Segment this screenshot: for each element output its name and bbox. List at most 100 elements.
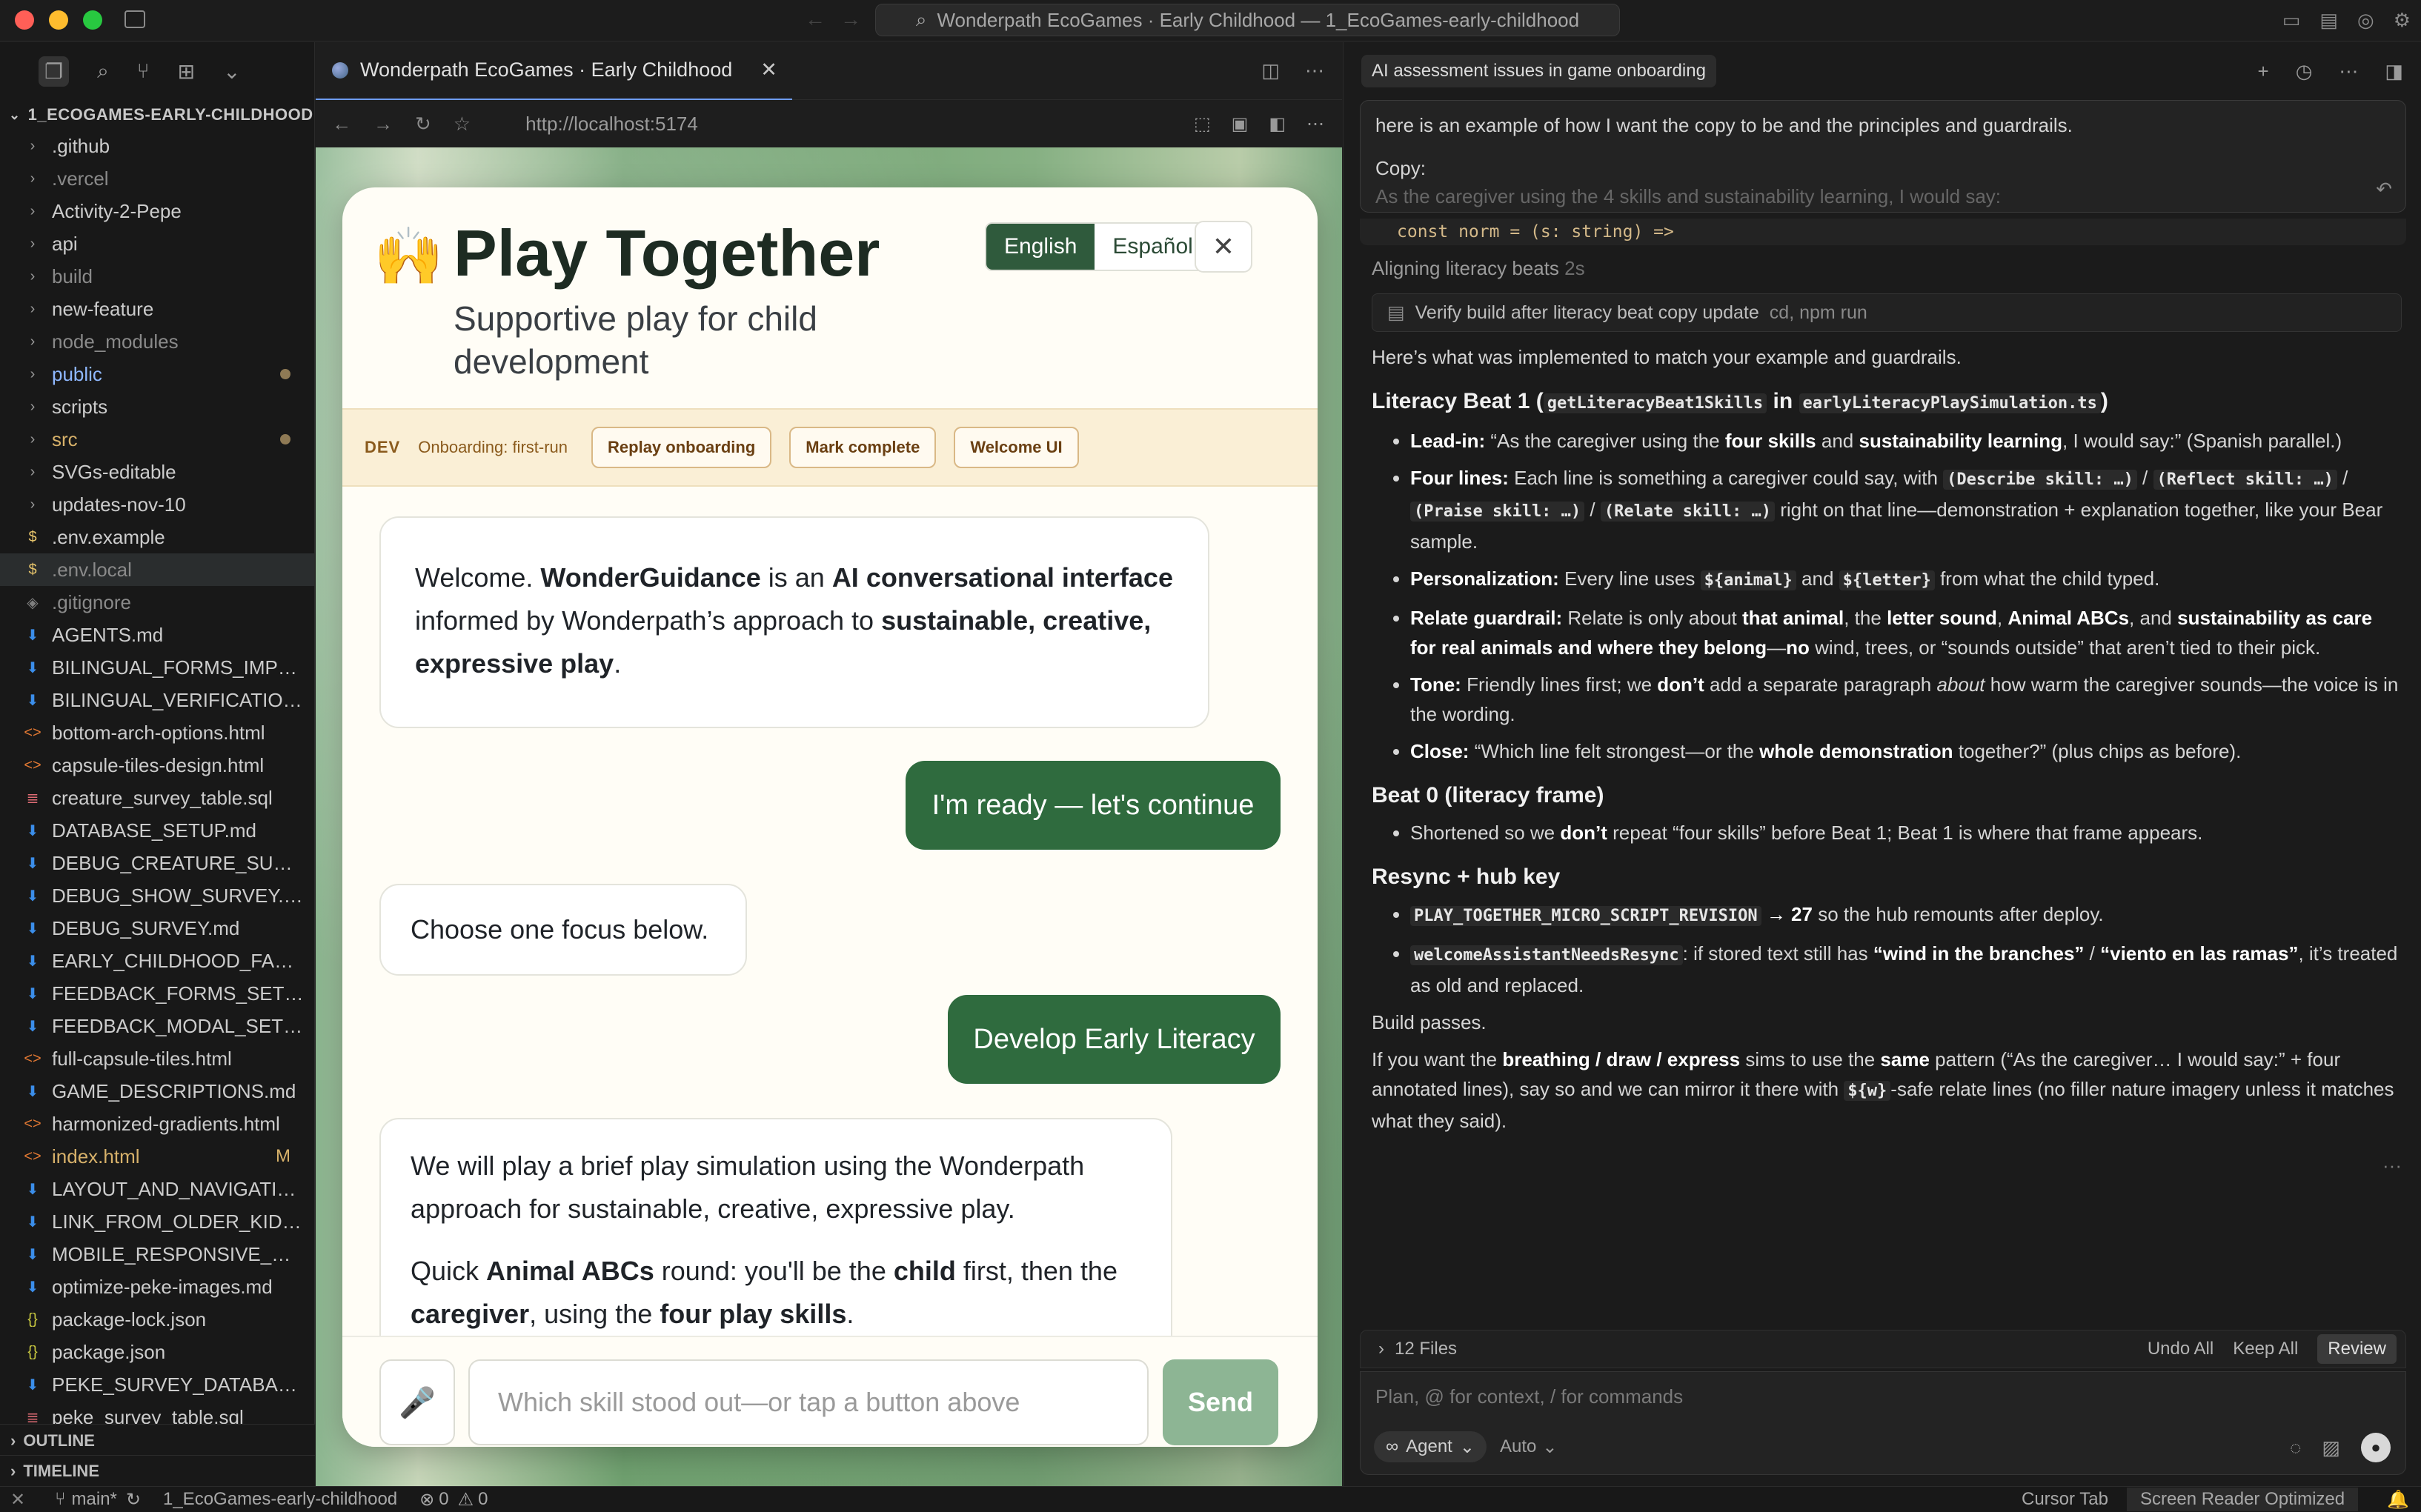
screen-reader-item[interactable]: Screen Reader Optimized bbox=[2127, 1488, 2359, 1511]
file-item[interactable]: ⬇ PEKE_SURVEY_DATABASE_... bbox=[0, 1368, 314, 1401]
user-prompt-card[interactable]: here is an example of how I want the cop… bbox=[1360, 100, 2406, 213]
minimize-window-button[interactable] bbox=[49, 10, 68, 30]
keep-all-button[interactable]: Keep All bbox=[2233, 1339, 2298, 1359]
more-icon[interactable]: ⋯ bbox=[1305, 59, 1324, 82]
search-icon[interactable]: ⌕ bbox=[97, 59, 109, 84]
sync-icon[interactable]: ↻ bbox=[126, 1489, 141, 1511]
close-icon[interactable]: ✕ bbox=[760, 59, 777, 81]
sidebar-toggle-icon[interactable]: ◧ bbox=[1269, 113, 1286, 135]
file-item[interactable]: ⬇ GAME_DESCRIPTIONS.md bbox=[0, 1075, 314, 1108]
chevron-down-icon[interactable]: ⌄ bbox=[223, 59, 240, 84]
file-item[interactable]: <> harmonized-gradients.html bbox=[0, 1108, 314, 1140]
folder-item[interactable]: › api bbox=[0, 227, 314, 260]
toggle-sidebar-icon[interactable] bbox=[124, 10, 145, 28]
chat-icon[interactable]: ▤ bbox=[2319, 9, 2338, 32]
problems-icon[interactable]: ⊗ bbox=[419, 1489, 434, 1511]
gear-icon[interactable]: ⚙ bbox=[2394, 9, 2411, 32]
nav-back-icon[interactable]: ← bbox=[805, 7, 826, 31]
file-item[interactable]: ⬇ AGENTS.md bbox=[0, 619, 314, 651]
folder-item[interactable]: › .github bbox=[0, 130, 314, 162]
close-window-button[interactable] bbox=[15, 10, 34, 30]
composer-input[interactable]: Plan, @ for context, / for commands bbox=[1375, 1385, 1683, 1408]
folder-item[interactable]: › build bbox=[0, 260, 314, 293]
new-chat-icon[interactable]: + bbox=[2258, 60, 2269, 83]
back-icon[interactable]: ← bbox=[332, 113, 351, 136]
tool-call-card[interactable]: ▤ Verify build after literacy beat copy … bbox=[1372, 293, 2402, 332]
source-control-icon[interactable]: ⑂ bbox=[137, 59, 150, 83]
file-item[interactable]: ⬇ FEEDBACK_FORMS_SETUP.... bbox=[0, 977, 314, 1010]
file-item[interactable]: <> bottom-arch-options.html bbox=[0, 716, 314, 749]
undo-all-button[interactable]: Undo All bbox=[2148, 1339, 2214, 1359]
folder-item[interactable]: › .vercel bbox=[0, 162, 314, 195]
remote-icon[interactable]: ✕ bbox=[10, 1489, 25, 1511]
file-item[interactable]: ≣ creature_survey_table.sql bbox=[0, 782, 314, 814]
file-item[interactable]: ⬇ LAYOUT_AND_NAVIGATIO... bbox=[0, 1173, 314, 1205]
notifications-icon[interactable]: 🔔 bbox=[2387, 1489, 2409, 1511]
message-input[interactable]: Which skill stood out—or tap a button ab… bbox=[468, 1359, 1149, 1445]
file-item[interactable]: ⬇ DATABASE_SETUP.md bbox=[0, 814, 314, 847]
mark-complete-button[interactable]: Mark complete bbox=[789, 427, 937, 468]
account-icon[interactable]: ◎ bbox=[2357, 9, 2374, 32]
folder-item[interactable]: › new-feature bbox=[0, 293, 314, 325]
file-item[interactable]: ⬇ MOBILE_RESPONSIVE_DES... bbox=[0, 1238, 314, 1270]
send-button[interactable]: Send bbox=[1163, 1359, 1278, 1445]
reload-icon[interactable]: ↻ bbox=[415, 113, 431, 136]
file-item[interactable]: {} package-lock.json bbox=[0, 1303, 314, 1336]
files-icon[interactable]: ❐ bbox=[39, 56, 70, 87]
revert-icon[interactable]: ↶ bbox=[2376, 175, 2392, 203]
file-item[interactable]: ⬇ FEEDBACK_MODAL_SETUP... bbox=[0, 1010, 314, 1042]
review-button[interactable]: Review bbox=[2317, 1334, 2397, 1364]
welcome-ui-button[interactable]: Welcome UI bbox=[954, 427, 1079, 468]
microphone-button[interactable]: 🎤 bbox=[379, 1359, 455, 1445]
extensions-icon[interactable]: ⊞ bbox=[178, 59, 195, 84]
conversation-title[interactable]: AI assessment issues in game onboarding bbox=[1361, 55, 1716, 87]
url-field[interactable]: http://localhost:5174 bbox=[525, 113, 698, 136]
command-center[interactable]: ⌕ Wonderpath EcoGames · Early Childhood … bbox=[875, 4, 1620, 36]
file-item[interactable]: $ .env.example bbox=[0, 521, 314, 553]
file-item[interactable]: <> capsule-tiles-design.html bbox=[0, 749, 314, 782]
lang-spanish-button[interactable]: Español bbox=[1095, 224, 1211, 270]
timeline-section[interactable]: › TIMELINE bbox=[0, 1455, 315, 1488]
split-editor-icon[interactable]: ◫ bbox=[1261, 59, 1280, 82]
folder-item[interactable]: › src bbox=[0, 423, 314, 456]
file-item[interactable]: ◈ .gitignore bbox=[0, 586, 314, 619]
folder-item[interactable]: › node_modules bbox=[0, 325, 314, 358]
modal-close-button[interactable]: ✕ bbox=[1195, 221, 1252, 273]
microphone-icon[interactable]: ● bbox=[2361, 1433, 2391, 1462]
folder-item[interactable]: › SVGs-editable bbox=[0, 456, 314, 488]
console-icon[interactable]: ▣ bbox=[1232, 113, 1249, 135]
file-item[interactable]: ⬇ LINK_FROM_OLDER_KIDS_... bbox=[0, 1205, 314, 1238]
outline-section[interactable]: › OUTLINE bbox=[0, 1424, 315, 1456]
layout-icon[interactable]: ▭ bbox=[2282, 9, 2301, 32]
file-item[interactable]: <> full-capsule-tiles.html bbox=[0, 1042, 314, 1075]
file-item[interactable]: ⬇ DEBUG_SURVEY.md bbox=[0, 912, 314, 945]
star-icon[interactable]: ☆ bbox=[454, 113, 471, 136]
folder-item[interactable]: › public bbox=[0, 358, 314, 390]
inspect-icon[interactable]: ⬚ bbox=[1194, 113, 1211, 135]
more-icon[interactable]: ⋯ bbox=[1306, 113, 1324, 135]
changed-files-bar[interactable]: › 12 Files Undo All Keep All Review bbox=[1360, 1330, 2406, 1368]
mode-selector[interactable]: ∞ Agent ⌄ bbox=[1374, 1431, 1487, 1462]
message-more-button[interactable]: ··· bbox=[1372, 1150, 2402, 1180]
forward-icon[interactable]: → bbox=[373, 113, 393, 136]
folder-item[interactable]: › Activity-2-Pepe bbox=[0, 195, 314, 227]
file-item[interactable]: ⬇ optimize-peke-images.md bbox=[0, 1270, 314, 1303]
file-item[interactable]: <> index.html M bbox=[0, 1140, 314, 1173]
lang-english-button[interactable]: English bbox=[986, 224, 1095, 270]
file-item[interactable]: $ .env.local bbox=[0, 553, 314, 586]
folder-item[interactable]: › scripts bbox=[0, 390, 314, 423]
branch-name[interactable]: main* bbox=[72, 1489, 117, 1510]
file-item[interactable]: {} package.json bbox=[0, 1336, 314, 1368]
browser-tab[interactable]: Wonderpath EcoGames · Early Childhood ✕ bbox=[316, 42, 792, 100]
file-item[interactable]: ⬇ DEBUG_SHOW_SURVEY.md bbox=[0, 879, 314, 912]
maximize-window-button[interactable] bbox=[83, 10, 102, 30]
file-item[interactable]: ⬇ BILINGUAL_FORMS_IMPLE... bbox=[0, 651, 314, 684]
more-icon[interactable]: ⋯ bbox=[2339, 60, 2358, 83]
nav-forward-icon[interactable]: → bbox=[840, 7, 861, 31]
replay-onboarding-button[interactable]: Replay onboarding bbox=[591, 427, 772, 468]
file-item[interactable]: ⬇ DEBUG_CREATURE_SURVE... bbox=[0, 847, 314, 879]
image-icon[interactable]: ▨ bbox=[2322, 1436, 2340, 1459]
file-item[interactable]: ⬇ BILINGUAL_VERIFICATION.... bbox=[0, 684, 314, 716]
panel-toggle-icon[interactable]: ◨ bbox=[2385, 60, 2403, 83]
folder-item[interactable]: › updates-nov-10 bbox=[0, 488, 314, 521]
